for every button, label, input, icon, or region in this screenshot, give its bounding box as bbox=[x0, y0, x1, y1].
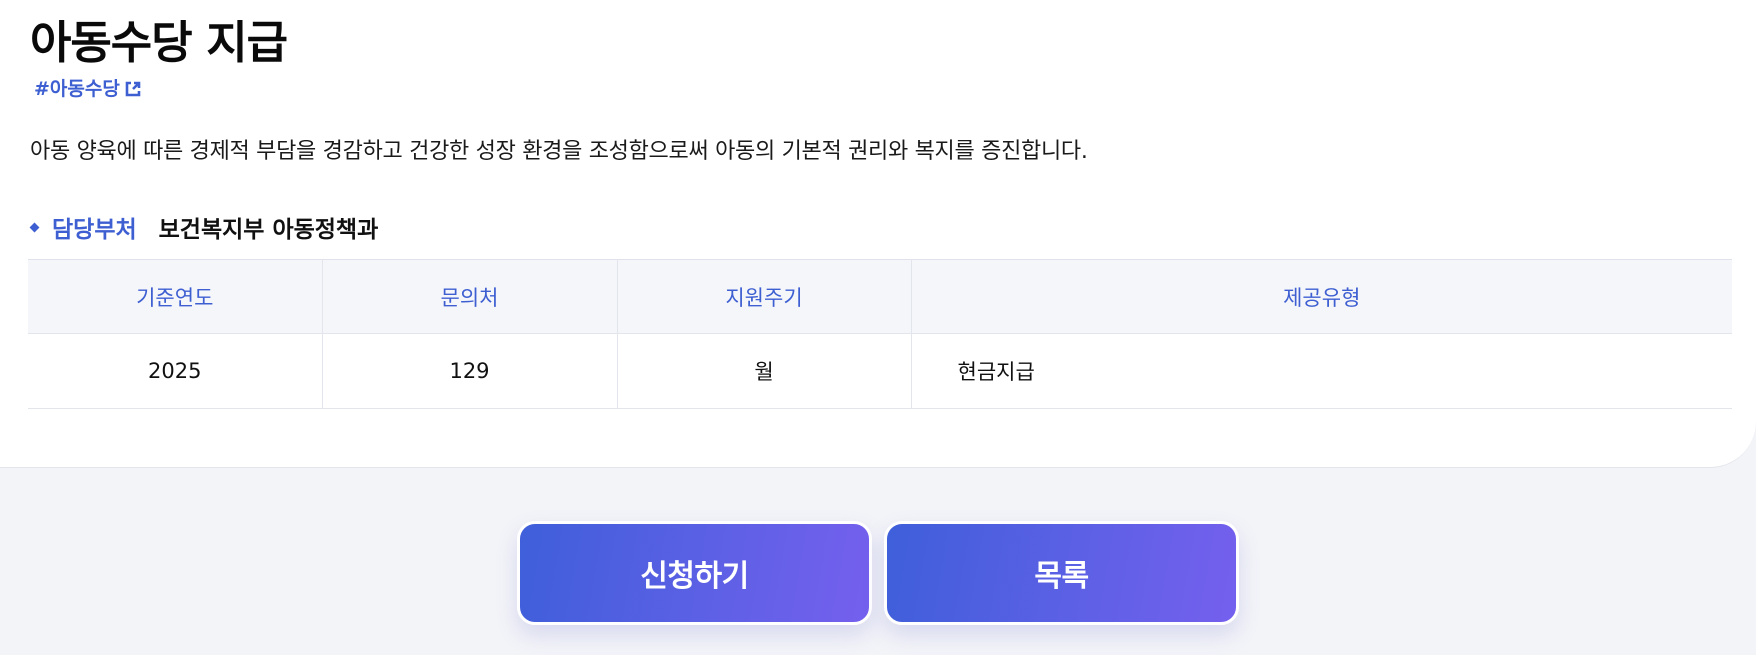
diamond-bullet-icon bbox=[29, 222, 40, 232]
external-link-icon bbox=[125, 81, 141, 97]
cell-base-year: 2025 bbox=[28, 333, 323, 409]
service-info-table: 기준연도 문의처 지원주기 제공유형 2025 129 월 현금지급 bbox=[28, 259, 1732, 409]
header-support-cycle: 지원주기 bbox=[617, 259, 912, 334]
cell-support-cycle: 월 bbox=[617, 333, 912, 409]
cell-contact: 129 bbox=[322, 333, 618, 409]
service-description: 아동 양육에 따른 경제적 부담을 경감하고 건강한 성장 환경을 조성함으로써… bbox=[30, 139, 1088, 164]
hashtag-label: #아동수당 bbox=[34, 78, 120, 98]
table-row: 2025 129 월 현금지급 bbox=[28, 333, 1732, 409]
header-provision-type: 제공유형 bbox=[911, 259, 1732, 334]
cell-provision-type: 현금지급 bbox=[911, 333, 1732, 409]
hashtag-link[interactable]: #아동수당 bbox=[34, 76, 142, 98]
service-detail-card: 아동수당 지급 #아동수당 아동 양육에 따른 경제적 부담을 경감하고 건강한… bbox=[0, 0, 1756, 468]
department-row: 담당부처 보건복지부 아동정책과 bbox=[29, 209, 379, 245]
department-value: 보건복지부 아동정책과 bbox=[158, 217, 379, 243]
department-label: 담당부처 bbox=[52, 217, 137, 243]
table-header-row: 기준연도 문의처 지원주기 제공유형 bbox=[28, 259, 1732, 334]
apply-button[interactable]: 신청하기 bbox=[517, 521, 872, 625]
header-base-year: 기준연도 bbox=[28, 259, 323, 334]
list-button[interactable]: 목록 bbox=[884, 521, 1239, 625]
header-contact: 문의처 bbox=[322, 259, 618, 334]
page-title: 아동수당 지급 bbox=[30, 16, 288, 69]
